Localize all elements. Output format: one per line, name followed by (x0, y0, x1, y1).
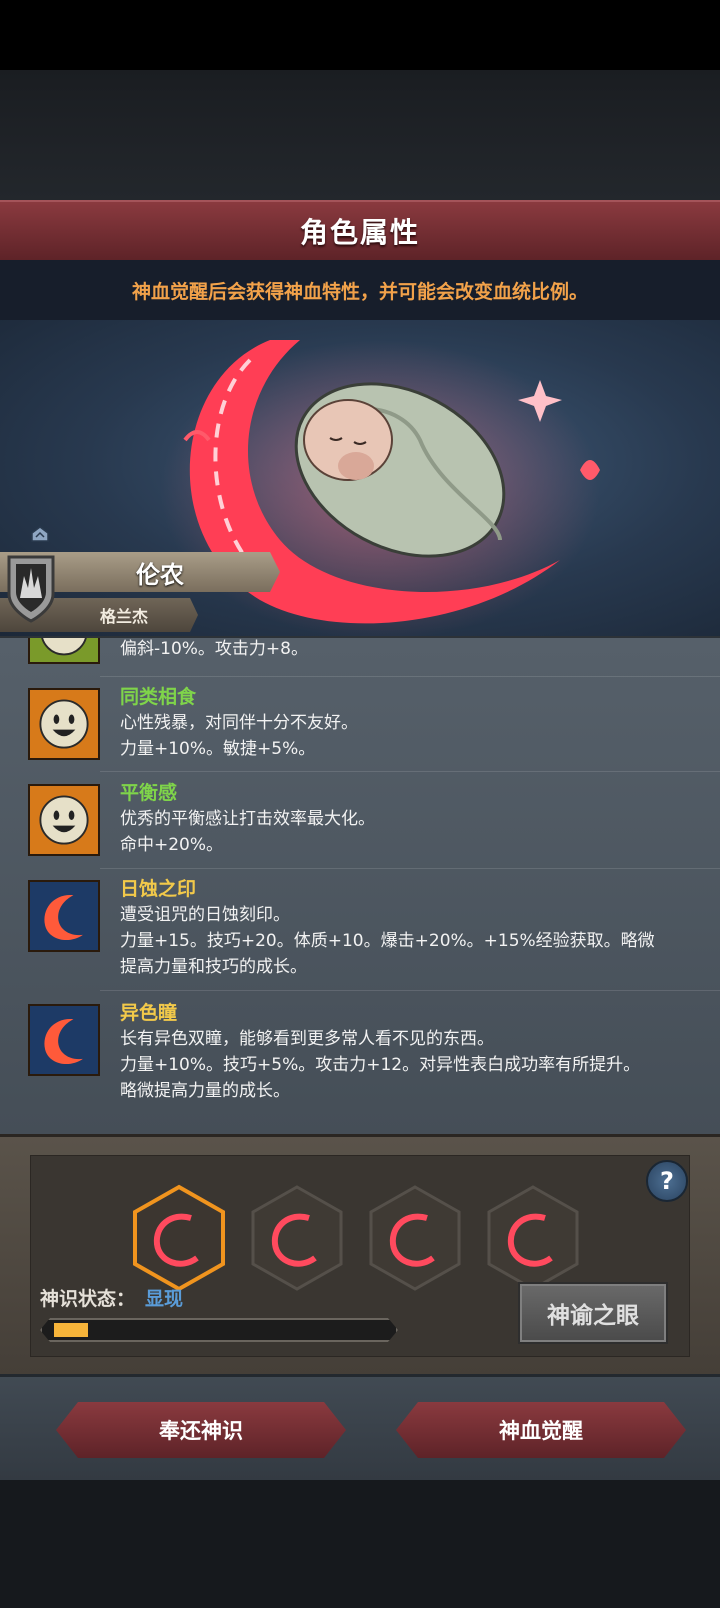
return-divine-button[interactable]: 奉还神识 (56, 1402, 346, 1458)
divine-progress-fill (54, 1323, 88, 1337)
divine-slot-selected[interactable] (131, 1184, 227, 1292)
class-shield-icon (7, 555, 55, 623)
trait-desc: 优秀的平衡感让打击效率最大化。 (120, 809, 375, 829)
character-name: 伦农 (136, 560, 184, 589)
trait-effect: 力量+15。技巧+20。体质+10。爆击+20%。+15%经验获取。略微 (120, 931, 655, 951)
trait-desc: 长有异色双瞳，能够看到更多常人看不见的东西。 (120, 1029, 494, 1049)
crescent-mark-icon (28, 1004, 100, 1076)
trait-name: 平衡感 (120, 782, 178, 804)
trait-effect-cont: 提高力量和技巧的成长。 (120, 957, 307, 977)
subtitle-text: 神血觉醒后会获得神血特性，并可能会改变血统比例。 (131, 280, 588, 303)
status-bar (0, 0, 720, 70)
smiley-face-icon (28, 784, 100, 856)
trait-desc: 偏斜-10%。攻击力+8。 (120, 639, 308, 659)
divider (100, 771, 720, 772)
divine-status-value: 显现 (145, 1288, 184, 1310)
divider (100, 868, 720, 869)
bottom-background (0, 1480, 720, 1608)
character-origin: 格兰杰 (99, 607, 148, 626)
divine-awaken-button[interactable]: 神血觉醒 (396, 1402, 686, 1458)
crescent-mark-icon (28, 880, 100, 952)
help-button[interactable]: ? (646, 1160, 688, 1202)
subtitle-bar: 神血觉醒后会获得神血特性，并可能会改变血统比例。 (0, 260, 720, 320)
trait-list[interactable]: 偏斜-10%。攻击力+8。 同类相食 心性残暴，对同伴十分不友好。 力量+10%… (0, 636, 720, 1134)
divine-slot[interactable] (485, 1184, 581, 1292)
divider (100, 676, 720, 677)
trait-effect: 力量+10%。敏捷+5%。 (120, 739, 316, 759)
trait-name: 异色瞳 (120, 1002, 178, 1024)
backdrop (0, 70, 720, 200)
trait-desc: 遭受诅咒的日蚀刻印。 (120, 905, 290, 925)
trait-effect: 力量+10%。技巧+5%。攻击力+12。对异性表白成功率有所提升。 (120, 1055, 641, 1075)
divider (100, 990, 720, 991)
trait-effect: 命中+20%。 (120, 835, 224, 855)
title-bar: 角色属性 (0, 200, 720, 260)
rank-icon (31, 526, 49, 542)
trait-name: 日蚀之印 (120, 878, 197, 900)
trait-effect-cont: 略微提高力量的成长。 (120, 1081, 290, 1101)
divine-slot[interactable] (367, 1184, 463, 1292)
divine-progress-track (40, 1318, 398, 1342)
trait-name: 同类相食 (120, 686, 197, 708)
divine-status-label: 神识状态： (40, 1288, 136, 1310)
page-title: 角色属性 (299, 216, 420, 249)
goblin-face-icon (28, 638, 100, 664)
divine-slot[interactable] (249, 1184, 345, 1292)
trait-desc: 心性残暴，对同伴十分不友好。 (120, 713, 358, 733)
oracle-eye-button[interactable]: 神谕之眼 (518, 1282, 668, 1344)
smiley-face-icon (28, 688, 100, 760)
